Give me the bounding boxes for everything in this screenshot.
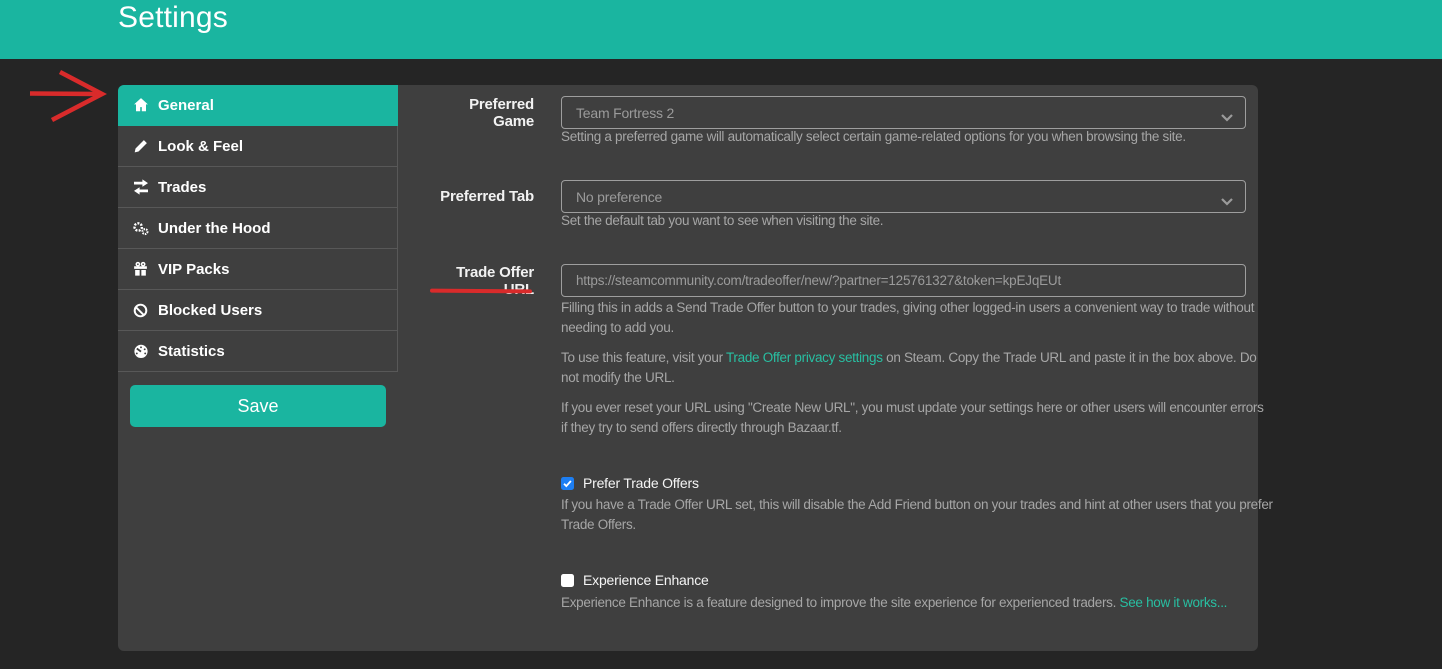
tab-label: VIP Packs (158, 260, 230, 278)
save-button[interactable]: Save (130, 385, 386, 427)
cogs-icon (132, 220, 149, 236)
ban-icon (132, 302, 149, 318)
home-icon (132, 97, 149, 113)
trade-offer-url-input[interactable] (561, 264, 1246, 297)
preferred-tab-value: No preference (576, 188, 663, 205)
preferred-tab-select[interactable]: No preference (561, 180, 1246, 213)
prefer-trade-offers-label: Prefer Trade Offers (583, 475, 699, 491)
help-text: To use this feature, visit your (561, 350, 726, 365)
trade-offer-help-1: Filling this in adds a Send Trade Offer … (561, 300, 1255, 335)
dashboard-icon (132, 343, 149, 359)
tab-general[interactable]: General (118, 85, 398, 126)
tab-label: Look & Feel (158, 137, 244, 155)
experience-enhance-label: Experience Enhance (583, 572, 709, 588)
settings-tab-list: General Look & Feel Trades Under the Hoo… (118, 85, 398, 372)
tab-under-the-hood[interactable]: Under the Hood (118, 208, 398, 249)
see-how-it-works-link[interactable]: See how it works... (1120, 595, 1228, 610)
experience-enhance-checkbox[interactable] (561, 573, 574, 587)
chevron-down-icon (1221, 193, 1233, 211)
tab-statistics[interactable]: Statistics (118, 331, 398, 372)
experience-enhance-help: Experience Enhance is a feature designed… (561, 593, 1273, 613)
tab-trades[interactable]: Trades (118, 167, 398, 208)
trade-offer-help-3: If you ever reset your URL using "Create… (561, 400, 1264, 435)
chevron-down-icon (1221, 109, 1233, 127)
preferred-tab-group: Preferred Tab No preference (430, 180, 1246, 213)
tab-label: Blocked Users (158, 301, 263, 319)
preferred-tab-label: Preferred Tab (440, 188, 534, 205)
page-header: Settings (0, 0, 1442, 59)
tab-look-and-feel[interactable]: Look & Feel (118, 126, 398, 167)
trade-offer-help-2: To use this feature, visit your Trade Of… (561, 348, 1273, 388)
tab-label: Under the Hood (158, 219, 271, 237)
page-title: Settings (118, 1, 228, 34)
gift-icon (132, 261, 149, 277)
pencil-icon (132, 138, 149, 154)
tab-label: Statistics (158, 342, 225, 360)
preferred-game-value: Team Fortress 2 (576, 104, 675, 121)
check-icon (563, 479, 572, 487)
tab-label: General (158, 96, 214, 114)
preferred-tab-help: Set the default tab you want to see when… (561, 213, 884, 228)
preferred-game-group: Preferred Game Team Fortress 2 (430, 95, 1246, 130)
trade-offer-privacy-settings-link[interactable]: Trade Offer privacy settings (726, 350, 883, 365)
prefer-trade-offers-row: Prefer Trade Offers (561, 475, 699, 491)
help-text: Experience Enhance is a feature designed… (561, 595, 1120, 610)
exchange-icon (132, 179, 149, 195)
tab-vip-packs[interactable]: VIP Packs (118, 249, 398, 290)
settings-panel: General Look & Feel Trades Under the Hoo… (118, 85, 1273, 651)
prefer-trade-offers-help: If you have a Trade Offer URL set, this … (561, 497, 1273, 532)
preferred-game-help: Setting a preferred game will automatica… (561, 129, 1186, 144)
tab-blocked-users[interactable]: Blocked Users (118, 290, 398, 331)
preferred-game-select[interactable]: Team Fortress 2 (561, 96, 1246, 129)
annotation-arrow (29, 69, 107, 123)
experience-enhance-row: Experience Enhance (561, 572, 709, 588)
trade-offer-url-group: Trade Offer URL (430, 264, 1246, 298)
prefer-trade-offers-checkbox[interactable] (561, 476, 574, 490)
tab-label: Trades (158, 178, 207, 196)
preferred-game-label: Preferred Game (469, 95, 534, 130)
annotation-underline-trade-offer-url (429, 288, 533, 293)
